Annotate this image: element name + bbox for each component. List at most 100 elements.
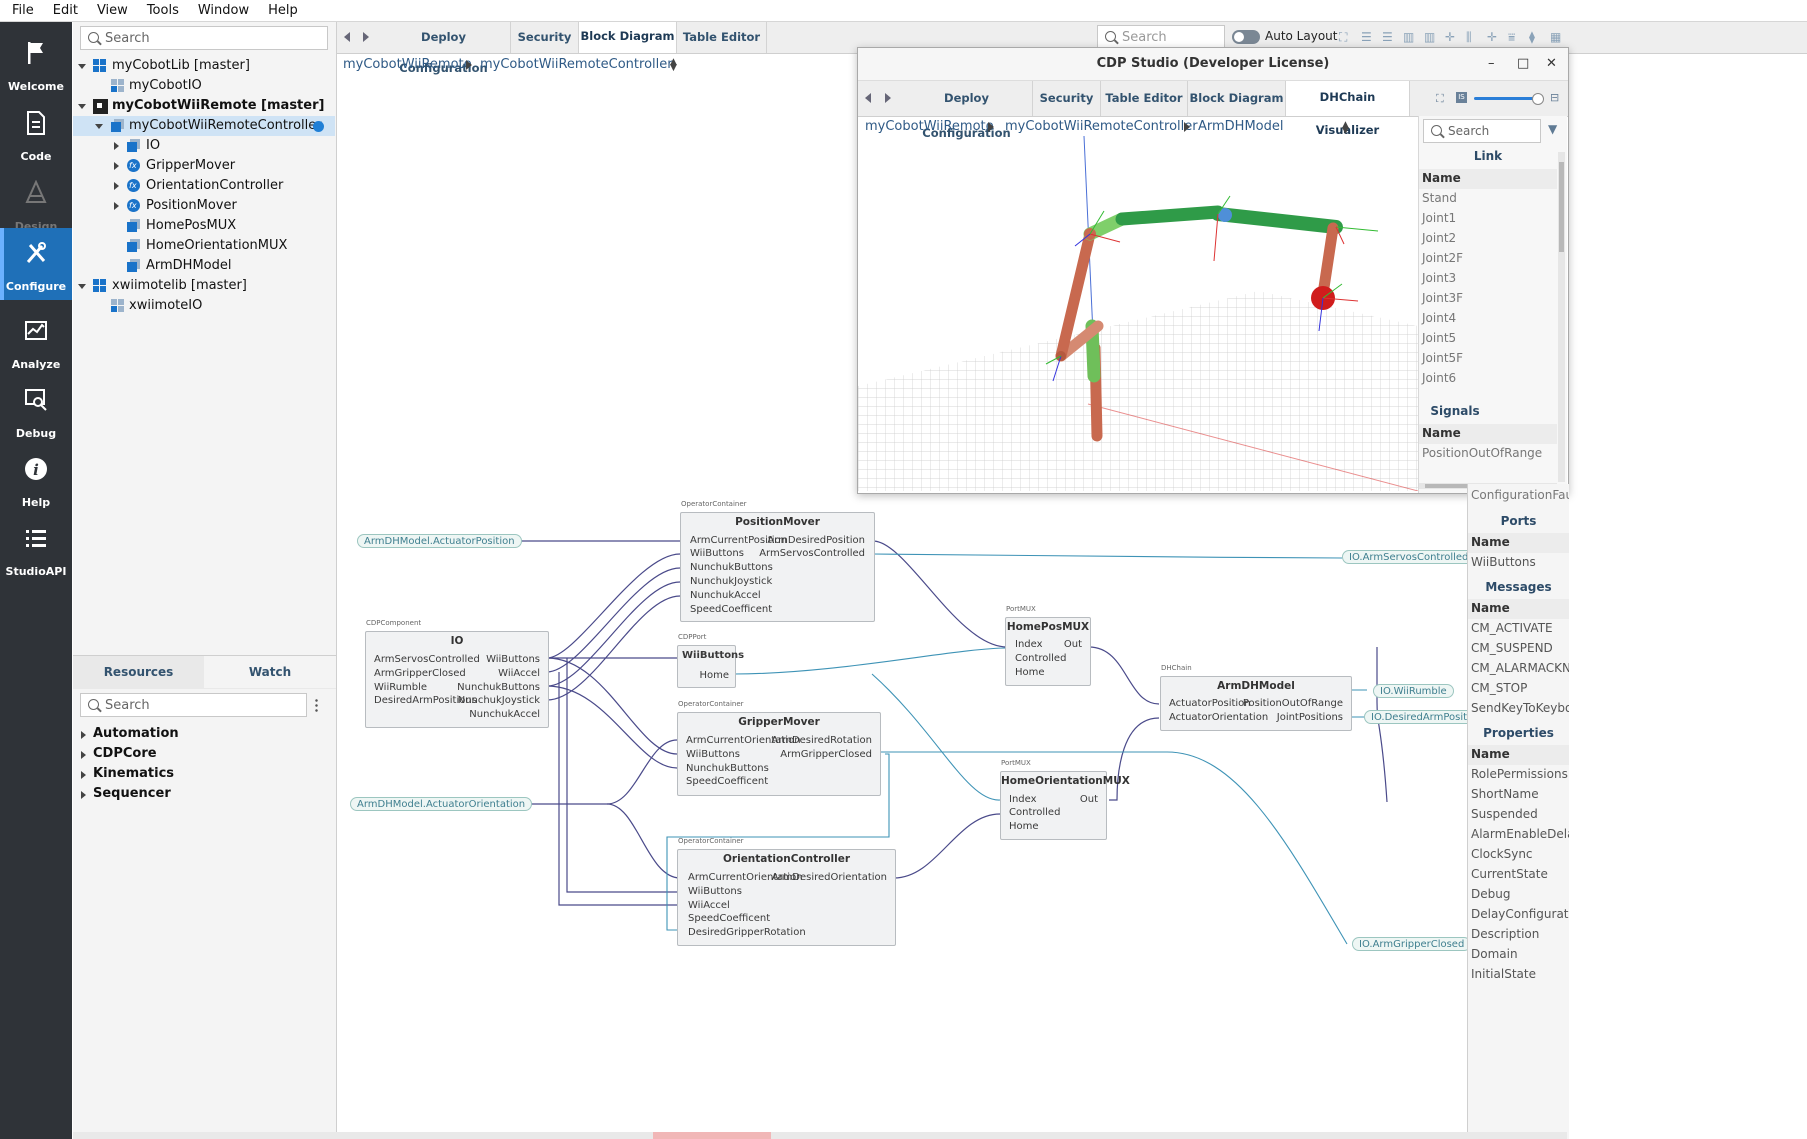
menu-tools[interactable]: Tools bbox=[135, 3, 186, 18]
mode-welcome[interactable]: Welcome bbox=[0, 28, 72, 100]
input-port[interactable]: WiiButtons bbox=[686, 749, 740, 760]
input-port[interactable]: DesiredGripperRotation bbox=[688, 927, 806, 938]
tree-item-io[interactable]: IO bbox=[73, 136, 335, 156]
mode-help[interactable]: i Help bbox=[0, 444, 72, 516]
align-bottom-icon[interactable]: ▥ bbox=[1424, 31, 1436, 43]
forward-arrow-icon[interactable] bbox=[363, 32, 369, 42]
chevron-down-icon[interactable] bbox=[78, 104, 86, 109]
breadcrumb-item-1[interactable]: myCobotWiiRemoteController bbox=[1005, 119, 1198, 134]
tree-item-homeorientationmux[interactable]: HomeOrientationMUX bbox=[73, 236, 335, 256]
external-signal-io-rumble[interactable]: IO.WiiRumble bbox=[1373, 684, 1454, 698]
block-home-orientation-mux[interactable]: PortMUX HomeOrientationMUX Index Control… bbox=[1000, 759, 1130, 840]
filter-icon[interactable]: ▼ bbox=[1548, 122, 1557, 136]
chevron-down-icon[interactable] bbox=[95, 124, 103, 129]
property-row[interactable]: ShortName bbox=[1471, 787, 1539, 801]
scrollbar[interactable] bbox=[1558, 152, 1565, 482]
window-titlebar[interactable]: CDP Studio (Developer License) – □ ✕ bbox=[858, 48, 1568, 81]
input-port[interactable]: SpeedCoefficent bbox=[690, 604, 772, 615]
tab-table-editor[interactable]: Table Editor bbox=[677, 22, 767, 53]
property-row[interactable]: DelayConfiguratio bbox=[1471, 907, 1569, 921]
input-port[interactable]: Controlled bbox=[1015, 653, 1066, 664]
tree-item-armdhmodel[interactable]: ArmDHModel bbox=[73, 256, 335, 276]
link-row[interactable]: Joint1 bbox=[1422, 211, 1456, 225]
output-port[interactable]: Out bbox=[1080, 794, 1098, 805]
sort-icon[interactable]: ▲ ▼ bbox=[670, 58, 677, 73]
output-port[interactable]: NunchukJoystick bbox=[458, 695, 540, 706]
tree-item-mycobotlib[interactable]: myCobotLib [master] bbox=[73, 56, 335, 76]
signal-row[interactable]: PositionOutOfRange bbox=[1422, 446, 1542, 460]
align-left-icon[interactable]: ☰ bbox=[1361, 31, 1373, 43]
input-port[interactable]: ArmServosControlled bbox=[374, 654, 480, 665]
menu-help[interactable]: Help bbox=[256, 3, 305, 18]
input-port[interactable]: SpeedCoefficent bbox=[686, 776, 768, 787]
input-port[interactable]: SpeedCoefficent bbox=[688, 913, 770, 924]
property-row[interactable]: Description bbox=[1471, 927, 1539, 941]
mode-configure[interactable]: Configure bbox=[0, 228, 72, 300]
category-cdpcore[interactable]: CDPCore bbox=[81, 746, 157, 761]
tab-security[interactable]: Security bbox=[511, 22, 579, 53]
property-row[interactable]: CurrentState bbox=[1471, 867, 1548, 881]
input-port[interactable]: WiiAccel bbox=[688, 900, 730, 911]
link-search-input[interactable]: Search bbox=[1423, 119, 1541, 143]
tree-item-positionmover[interactable]: PositionMover bbox=[73, 196, 335, 216]
mode-studioapi[interactable]: StudioAPI bbox=[0, 513, 72, 585]
chevron-down-icon[interactable] bbox=[78, 284, 86, 289]
breadcrumb-item-1[interactable]: myCobotWiiRemoteController bbox=[480, 57, 673, 72]
resources-search-input[interactable]: Search bbox=[80, 693, 307, 717]
chevron-right-icon[interactable] bbox=[114, 142, 119, 150]
link-row[interactable]: Joint2 bbox=[1422, 231, 1456, 245]
tree-item-mycobotwiiremote[interactable]: myCobotWiiRemote [master] bbox=[73, 96, 335, 116]
scale-icon[interactable]: IS bbox=[1456, 92, 1467, 103]
block-arm-dh-model[interactable]: DHChain ArmDHModel ActuatorPosition Actu… bbox=[1160, 664, 1352, 731]
chevron-down-icon[interactable] bbox=[78, 64, 86, 69]
input-port[interactable]: Controlled bbox=[1009, 807, 1060, 818]
block-io[interactable]: CDPComponent IO ArmServosControlled ArmG… bbox=[365, 619, 549, 728]
output-port[interactable]: ArmGripperClosed bbox=[780, 749, 872, 760]
block-wiibuttons-port[interactable]: CDPPort WiiButtons Home bbox=[677, 633, 744, 688]
property-row[interactable]: Domain bbox=[1471, 947, 1518, 961]
message-row[interactable]: CM_STOP bbox=[1471, 681, 1527, 695]
link-row[interactable]: Joint3F bbox=[1422, 291, 1463, 305]
link-row[interactable]: Joint3 bbox=[1422, 271, 1456, 285]
tree-item-grippermover[interactable]: GripperMover bbox=[73, 156, 335, 176]
menu-edit[interactable]: Edit bbox=[41, 3, 85, 18]
output-port[interactable]: Home bbox=[699, 670, 729, 681]
external-signal-actuator-orientation[interactable]: ArmDHModel.ActuatorOrientation bbox=[350, 797, 533, 811]
input-port[interactable]: WiiButtons bbox=[688, 886, 742, 897]
link-row[interactable]: Joint6 bbox=[1422, 371, 1456, 385]
expand-icon[interactable]: ⊟ bbox=[1550, 91, 1559, 104]
link-row[interactable]: Joint4 bbox=[1422, 311, 1456, 325]
forward-arrow-icon[interactable] bbox=[885, 93, 891, 103]
mode-analyze[interactable]: Analyze bbox=[0, 306, 72, 378]
robot-3d-viewport[interactable] bbox=[858, 136, 1418, 491]
menu-view[interactable]: View bbox=[85, 3, 135, 18]
tree-item-xwiimoteio[interactable]: xwiimoteIO bbox=[73, 296, 335, 316]
spread-icon[interactable]: ⧫ bbox=[1529, 31, 1541, 43]
back-arrow-icon[interactable] bbox=[344, 32, 350, 42]
breadcrumb-item-2[interactable]: ArmDHModel bbox=[1198, 119, 1284, 134]
distribute-h-icon[interactable]: ⫼ bbox=[1466, 31, 1478, 43]
tab-resources[interactable]: Resources bbox=[73, 656, 204, 688]
property-row[interactable]: AlarmEnableDela bbox=[1471, 827, 1569, 841]
output-port[interactable]: Out bbox=[1064, 639, 1082, 650]
category-sequencer[interactable]: Sequencer bbox=[81, 786, 171, 801]
tree-item-mycobotwiiremotecontroller[interactable]: myCobotWiiRemoteController bbox=[73, 116, 335, 136]
fit-view-icon[interactable]: ⛶ bbox=[1436, 92, 1444, 106]
tree-item-orientationcontroller[interactable]: OrientationController bbox=[73, 176, 335, 196]
message-row[interactable]: SendKeyToKeybo bbox=[1471, 701, 1569, 715]
breadcrumb-item-0[interactable]: myCobotWiiRemote bbox=[343, 57, 472, 72]
block-position-mover[interactable]: OperatorContainer PositionMover ArmCurre… bbox=[680, 500, 875, 622]
tree-item-xwiimotelib[interactable]: xwiimotelib [master] bbox=[73, 276, 335, 296]
tree-item-mycobotio[interactable]: myCobotIO bbox=[73, 76, 335, 96]
output-port[interactable]: ArmServosControlled bbox=[759, 548, 865, 559]
chevron-right-icon[interactable] bbox=[114, 202, 119, 210]
center-h-icon[interactable]: ✛ bbox=[1445, 31, 1457, 43]
link-row[interactable]: Joint5 bbox=[1422, 331, 1456, 345]
link-row[interactable]: Joint5F bbox=[1422, 351, 1463, 365]
zoom-slider[interactable] bbox=[1474, 93, 1544, 105]
external-signal-actuator-position[interactable]: ArmDHModel.ActuatorPosition bbox=[357, 534, 522, 548]
output-port[interactable]: NunchukButtons bbox=[457, 682, 540, 693]
message-row[interactable]: CM_ALARMACKNO bbox=[1471, 661, 1569, 675]
output-port[interactable]: ArmDesiredPosition bbox=[767, 535, 865, 546]
chevron-right-icon[interactable] bbox=[114, 162, 119, 170]
